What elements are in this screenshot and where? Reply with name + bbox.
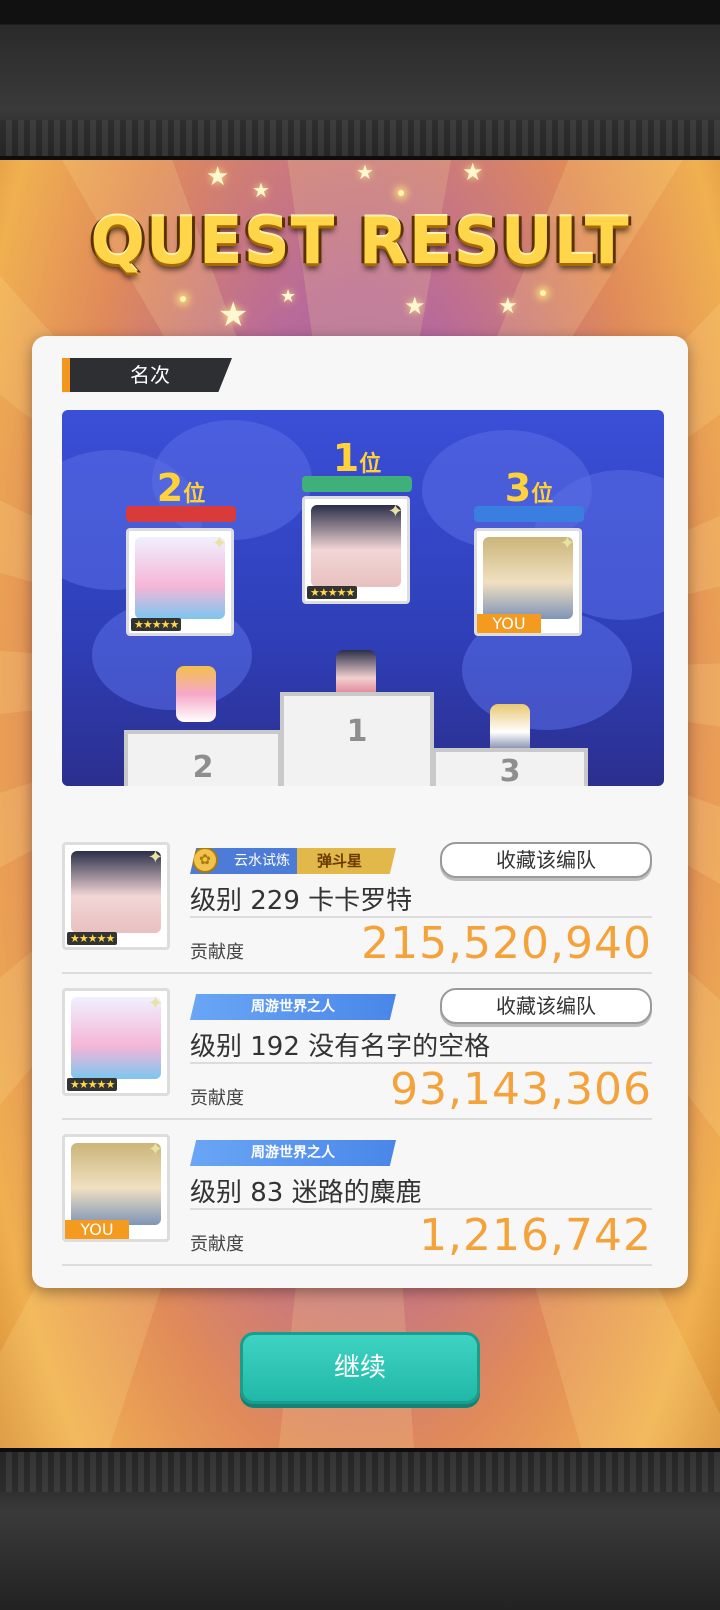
- contribution-label: 贡献度: [190, 942, 244, 963]
- divider: [62, 1118, 652, 1120]
- contribution-score: 215,520,940: [361, 918, 652, 969]
- player-name: 级别 229 卡卡罗特: [190, 886, 413, 916]
- divider: [62, 972, 652, 974]
- player-portrait: ✦ ★★★★★: [62, 988, 170, 1096]
- star-icon: ★: [252, 178, 270, 202]
- podium-stand-2: 2: [124, 730, 282, 786]
- player-row: ✦ ★★★★★ 周游世界之人 收藏该编队 级别 192 没有名字的空格 贡献度 …: [62, 988, 652, 1128]
- contribution-label: 贡献度: [190, 1088, 244, 1109]
- podium-stand-3: 3: [432, 748, 588, 789]
- rank-2-portrait: ✦ ★★★★★: [126, 528, 234, 636]
- player-row: ✦ YOU 周游世界之人 级别 83 迷路的麋鹿 贡献度 1,216,742: [62, 1134, 652, 1274]
- star-icon: ★: [206, 162, 230, 192]
- player-row: ✦ ★★★★★ ✿ 云水试炼 弹斗星 收藏该编队 级别 229 卡卡罗特 贡献度…: [62, 842, 652, 982]
- bottom-band: [0, 1448, 720, 1610]
- rank-3-portrait: ✦ YOU: [474, 528, 582, 636]
- sparkle-icon: [398, 190, 404, 196]
- sparkle-icon: ✦: [387, 501, 403, 522]
- podium-stand-1: 1: [280, 692, 434, 786]
- result-panel: 名次 2位 ✦ ★★★★★ 1位 ✦ ★★★★★ 3位 ✦ YOU 2 1 3 …: [32, 336, 688, 1288]
- player-portrait: ✦ ★★★★★: [62, 842, 170, 950]
- sparkle-icon: ✦: [211, 533, 227, 554]
- sparkle-icon: [180, 296, 186, 302]
- podium-scene: 2位 ✦ ★★★★★ 1位 ✦ ★★★★★ 3位 ✦ YOU 2 1 3: [62, 410, 664, 789]
- star-icon: ★: [218, 295, 249, 335]
- star-icon: ★: [356, 160, 374, 184]
- sparkle-icon: [540, 290, 546, 296]
- page-title: QUEST RESULT: [90, 205, 630, 279]
- rank-1-badge: 1位: [302, 436, 412, 492]
- sparkle-icon: ✦: [147, 1139, 163, 1160]
- sparkle-icon: ✦: [559, 533, 575, 554]
- star-icon: ★: [498, 294, 518, 319]
- top-band: [0, 0, 720, 160]
- player-title-chip: 周游世界之人: [190, 994, 396, 1020]
- title-emblem-icon: ✿: [192, 848, 218, 873]
- player-name: 级别 83 迷路的麋鹿: [190, 1178, 422, 1208]
- contribution-score: 93,143,306: [390, 1064, 652, 1115]
- save-team-button[interactable]: 收藏该编队: [440, 988, 652, 1024]
- save-team-button[interactable]: 收藏该编队: [440, 842, 652, 878]
- sparkle-icon: ✦: [147, 847, 163, 868]
- sparkle-icon: ✦: [147, 993, 163, 1014]
- continue-button[interactable]: 继续: [240, 1332, 480, 1404]
- player-portrait: ✦ YOU: [62, 1134, 170, 1242]
- rank-2-sprite: [176, 666, 216, 722]
- player-title-chip: 周游世界之人: [190, 1140, 396, 1166]
- divider: [62, 1264, 652, 1266]
- player-name: 级别 192 没有名字的空格: [190, 1032, 491, 1062]
- star-icon: ★: [462, 158, 484, 186]
- star-icon: ★: [280, 286, 297, 307]
- rank-2-badge: 2位: [126, 466, 236, 522]
- player-title-chip: ✿ 云水试炼 弹斗星: [190, 848, 396, 874]
- rank-1-portrait: ✦ ★★★★★: [302, 496, 410, 604]
- contribution-score: 1,216,742: [419, 1210, 652, 1261]
- contribution-label: 贡献度: [190, 1234, 244, 1255]
- rank-3-badge: 3位: [474, 466, 584, 522]
- star-icon: ★: [404, 292, 426, 320]
- ranking-tab: 名次: [62, 358, 232, 392]
